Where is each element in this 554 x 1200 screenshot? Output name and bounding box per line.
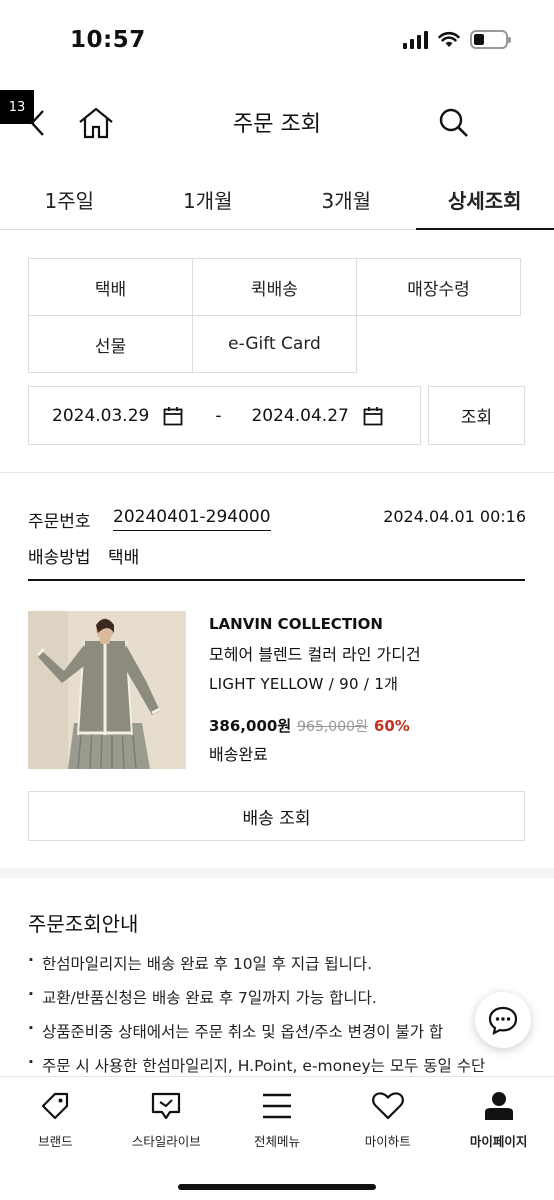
status-bar: 10:57 (0, 0, 554, 82)
divider (0, 472, 554, 473)
chat-bubble-icon (488, 1006, 518, 1035)
guide-item: 한섬마일리지는 배송 완료 후 10일 후 지급 됩니다. (28, 952, 528, 986)
order-number-link[interactable]: 20240401-294000 (113, 507, 271, 531)
date-range-picker: 2024.03.29 - 2024.04.27 (28, 386, 421, 445)
order-status: 배송완료 (209, 745, 268, 764)
end-date[interactable]: 2024.04.27 (251, 406, 348, 426)
calendar-icon[interactable] (163, 406, 183, 426)
product-name[interactable]: 모헤어 블렌드 컬러 라인 가디건 (209, 641, 421, 665)
guide-item: 교환/반품신청은 배송 완료 후 7일까지 가능 합니다. (28, 986, 528, 1020)
original-price: 965,000원 (297, 719, 368, 735)
tag-icon (42, 1092, 69, 1120)
nav-my-heart[interactable]: 마이하트 (332, 1077, 443, 1200)
nav-all-menu[interactable]: 전체메뉴 (222, 1077, 333, 1200)
nav-my-page[interactable]: 마이페이지 (443, 1077, 554, 1200)
live-chat-icon (152, 1092, 181, 1120)
order-header-rule (28, 579, 525, 581)
search-query-button[interactable]: 조회 (428, 386, 525, 445)
search-icon (439, 108, 468, 137)
guide-list: 한섬마일리지는 배송 완료 후 10일 후 지급 됩니다. 교환/반품신청은 배… (28, 952, 528, 1088)
start-date[interactable]: 2024.03.29 (52, 406, 149, 426)
filter-e-gift-card[interactable]: e-Gift Card (192, 315, 357, 373)
filter-empty-cell (356, 315, 521, 373)
calendar-icon[interactable] (363, 406, 383, 426)
date-separator: - (215, 405, 222, 426)
price-line: 386,000원 965,000원 60% (209, 715, 410, 736)
wifi-icon (438, 31, 460, 47)
period-tabs: 1주일 1개월 3개월 상세조회 (0, 166, 554, 230)
track-delivery-button[interactable]: 배송 조회 (28, 791, 525, 841)
nav-label: 마이페이지 (469, 1134, 528, 1149)
person-icon (484, 1092, 513, 1120)
filter-gift[interactable]: 선물 (28, 315, 193, 373)
tab-1-month[interactable]: 1개월 (139, 166, 278, 229)
filter-store-pickup[interactable]: 매장수령 (356, 258, 521, 316)
chat-button[interactable] (475, 992, 531, 1048)
guide-item: 상품준비중 상태에서는 주문 취소 및 옵션/주소 변경이 불가 합 (28, 1020, 528, 1054)
nav-style-live[interactable]: 스타일라이브 (111, 1077, 222, 1200)
heart-icon (371, 1092, 404, 1120)
product-option: LIGHT YELLOW / 90 / 1개 (209, 675, 399, 693)
signal-icon (403, 30, 428, 49)
order-number-label: 주문번호 (28, 512, 91, 532)
filter-parcel[interactable]: 택배 (28, 258, 193, 316)
shipping-method-value: 택배 (108, 548, 140, 568)
status-icons (403, 30, 511, 49)
product-brand: LANVIN COLLECTION (209, 615, 383, 633)
nav-brand[interactable]: 브랜드 (0, 1077, 111, 1200)
search-button[interactable] (434, 90, 474, 156)
home-indicator (178, 1184, 376, 1190)
delivery-type-filter: 택배 퀵배송 매장수령 선물 e-Gift Card (28, 258, 522, 373)
battery-icon (470, 30, 511, 49)
product-image[interactable] (28, 611, 186, 769)
guide-title: 주문조회안내 (28, 912, 139, 936)
header: 주문 조회 13 (0, 90, 554, 156)
order-datetime: 2024.04.01 00:16 (383, 507, 526, 526)
status-time: 10:57 (70, 27, 146, 53)
nav-label: 전체메뉴 (253, 1134, 300, 1149)
nav-label: 스타일라이브 (131, 1134, 201, 1149)
section-separator (0, 868, 554, 878)
discount-rate: 60% (373, 717, 410, 735)
sale-price: 386,000원 (209, 717, 292, 735)
shipping-method-label: 배송방법 (28, 548, 91, 568)
tab-3-months[interactable]: 3개월 (277, 166, 416, 229)
menu-icon (262, 1093, 291, 1119)
nav-label: 브랜드 (38, 1134, 73, 1149)
tab-1-week[interactable]: 1주일 (0, 166, 139, 229)
bottom-nav: 브랜드 스타일라이브 전체메뉴 마이하트 마이페이지 (0, 1076, 554, 1200)
tab-detail-search[interactable]: 상세조회 (415, 166, 554, 230)
nav-label: 마이하트 (364, 1134, 411, 1149)
filter-quick-delivery[interactable]: 퀵배송 (192, 258, 357, 316)
